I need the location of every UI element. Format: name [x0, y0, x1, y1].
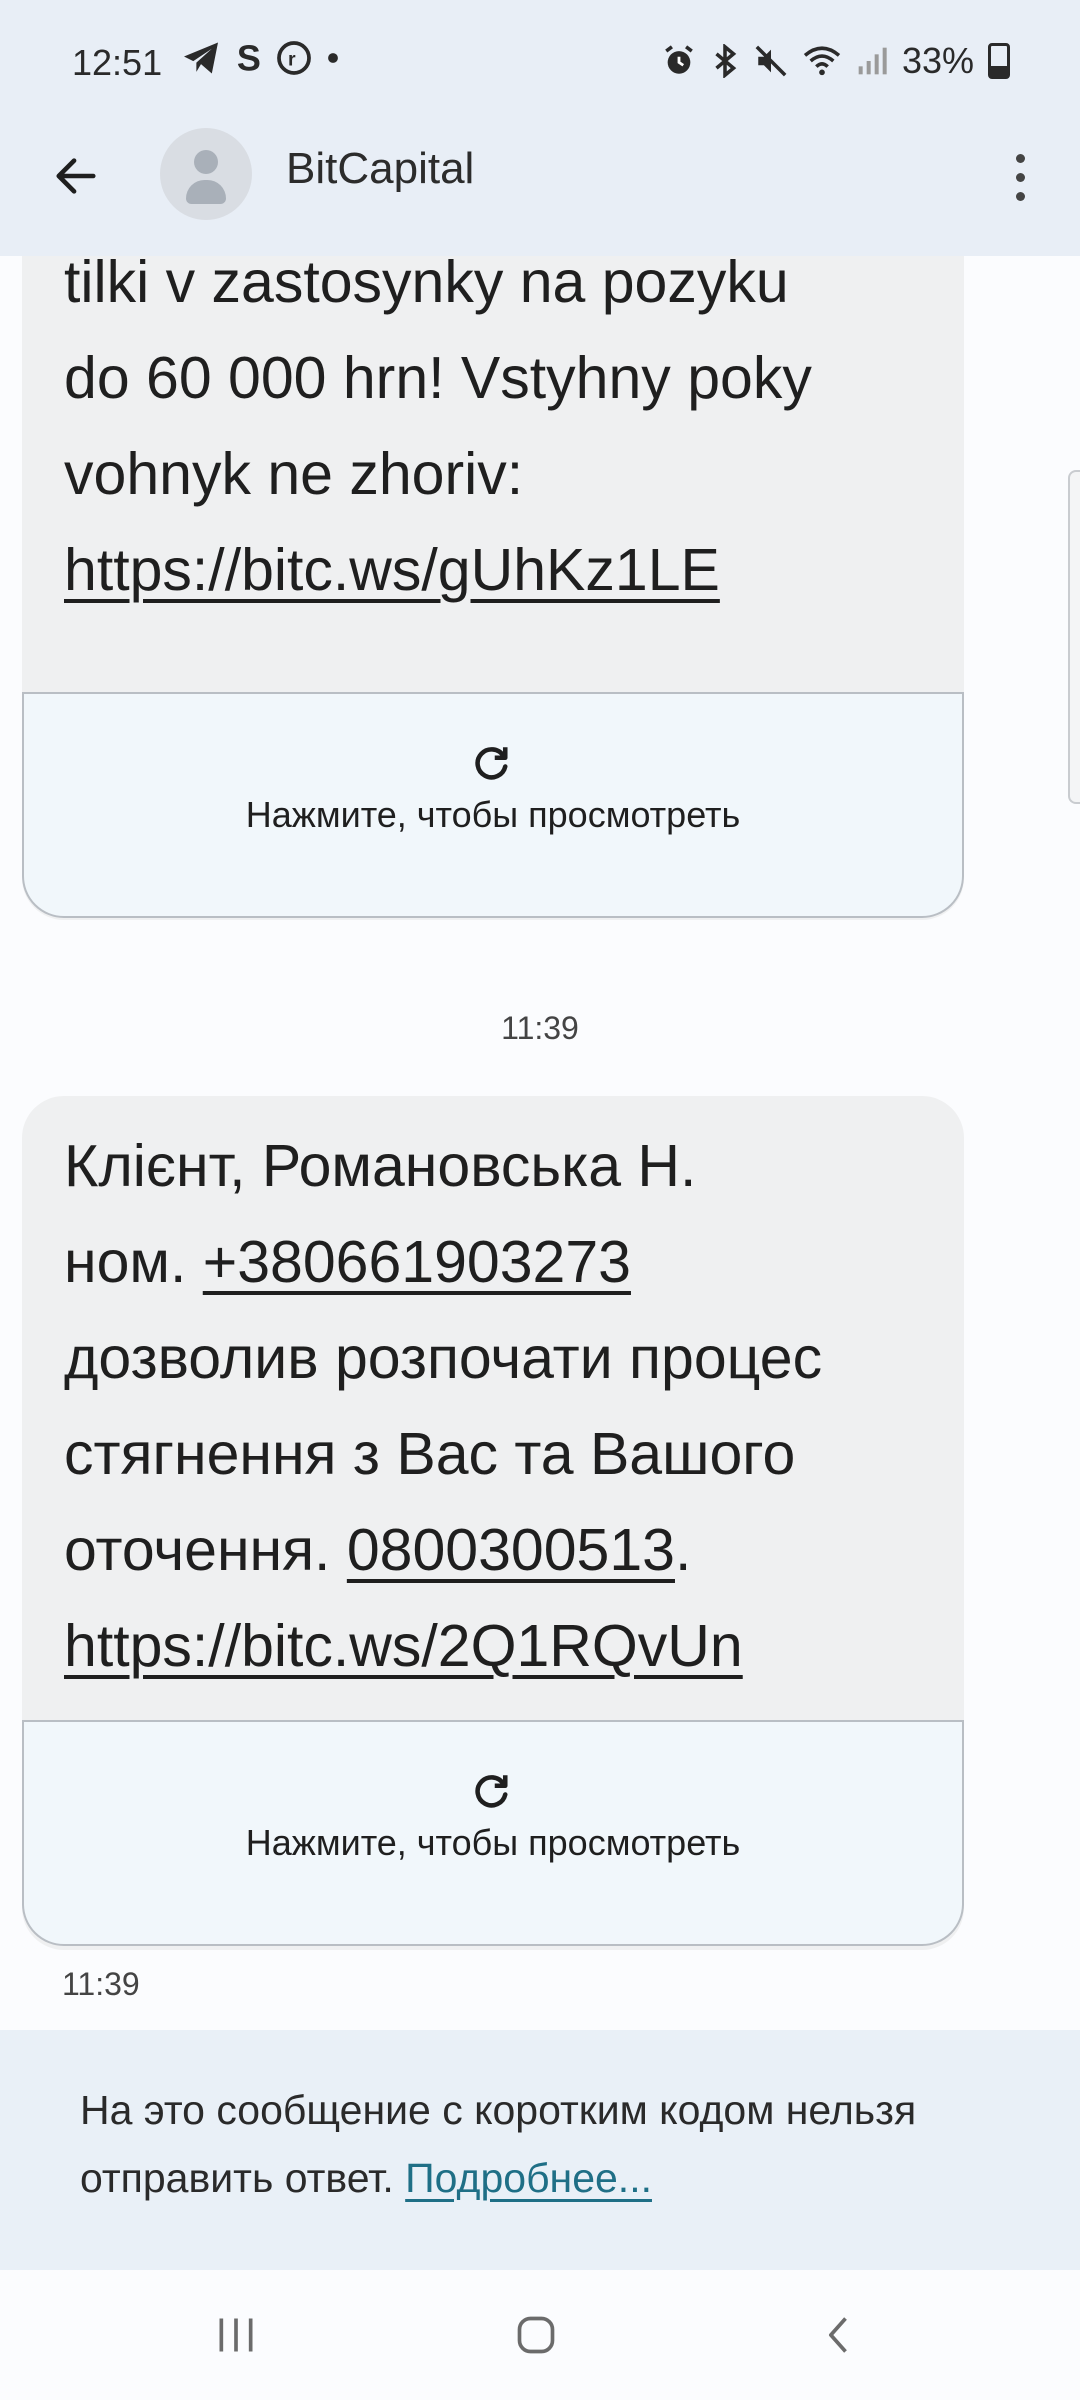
reload-icon — [475, 747, 508, 780]
more-options-button[interactable] — [990, 142, 1050, 212]
message-line: do 60 000 hrn! Vstyhny poky — [64, 345, 812, 411]
recent-apps-button[interactable] — [196, 2300, 276, 2370]
reload-icon — [475, 1775, 508, 1808]
dot-icon — [328, 53, 338, 63]
battery-icon — [988, 43, 1010, 79]
message-line: Клієнт, Романовська Н. — [64, 1133, 697, 1199]
home-button[interactable] — [496, 2300, 576, 2370]
message-line: дозволив розпочати процес — [64, 1325, 823, 1391]
back-icon — [829, 2317, 847, 2353]
preview-label: Нажмите, чтобы просмотреть — [245, 1822, 741, 1863]
arrow-back-icon — [56, 158, 96, 194]
app-bar: BitCapital — [0, 124, 1080, 256]
message-line: оточення. 0800300513. — [64, 1517, 692, 1583]
message-text: Клієнт, Романовська Н. ном. +38066190327… — [22, 1096, 964, 1694]
back-nav-button[interactable] — [800, 2300, 880, 2370]
message-timestamp: 11:39 — [501, 1010, 579, 1046]
message-line: стягнення з Вас та Вашого — [64, 1421, 796, 1487]
link-preview[interactable]: Нажмите, чтобы просмотреть — [22, 1720, 964, 1946]
s-app-icon: S — [237, 40, 261, 76]
home-icon — [517, 2316, 555, 2354]
battery-percent: 33% — [901, 40, 974, 81]
status-bar: 12:51 S r 33% — [0, 0, 1080, 124]
learn-more-link[interactable]: Подробнее... — [405, 2155, 652, 2201]
scrollbar[interactable] — [1068, 470, 1080, 804]
alarm-icon — [665, 45, 693, 74]
telegram-icon — [184, 42, 218, 74]
link-preview[interactable]: Нажмите, чтобы просмотреть — [22, 692, 964, 918]
phone-link[interactable]: +380661903273 — [203, 1229, 631, 1295]
recent-apps-icon — [219, 2318, 253, 2352]
reply-unavailable-notice: На это сообщение с коротким кодом нельзя… — [0, 2030, 1080, 2270]
message-line: vohnyk ne zhoriv: — [64, 441, 524, 507]
svg-text:S: S — [237, 40, 261, 76]
back-button[interactable] — [44, 144, 108, 208]
message-bubble-1[interactable]: tilki v zastosynky na pozyku do 60 000 h… — [22, 170, 964, 920]
message-link[interactable]: https://bitc.ws/2Q1RQvUn — [64, 1613, 743, 1679]
bluetooth-icon — [715, 44, 737, 78]
navigation-bar — [0, 2270, 1080, 2400]
status-time: 12:51 — [72, 42, 163, 83]
avatar[interactable] — [160, 128, 252, 220]
message-link[interactable]: https://bitc.ws/gUhKz1LE — [64, 537, 720, 603]
r-app-icon: r — [277, 41, 311, 75]
top-bar: 12:51 S r 33% BitCapital — [0, 0, 1080, 256]
svg-text:r: r — [288, 49, 296, 71]
message-timestamp: 11:39 — [62, 1966, 140, 2002]
message-bubble-2[interactable]: Клієнт, Романовська Н. ном. +38066190327… — [22, 1096, 964, 1950]
preview-label: Нажмите, чтобы просмотреть — [245, 794, 741, 835]
mute-icon — [755, 45, 787, 77]
notice-text: На это сообщение с коротким кодом нельзя… — [80, 2087, 917, 2201]
hotline-link[interactable]: 0800300513 — [347, 1517, 675, 1583]
signal-icon — [858, 47, 887, 75]
conversation-title[interactable]: BitCapital — [286, 144, 474, 194]
message-line: ном. +380661903273 — [64, 1229, 631, 1295]
wifi-icon — [803, 46, 841, 76]
